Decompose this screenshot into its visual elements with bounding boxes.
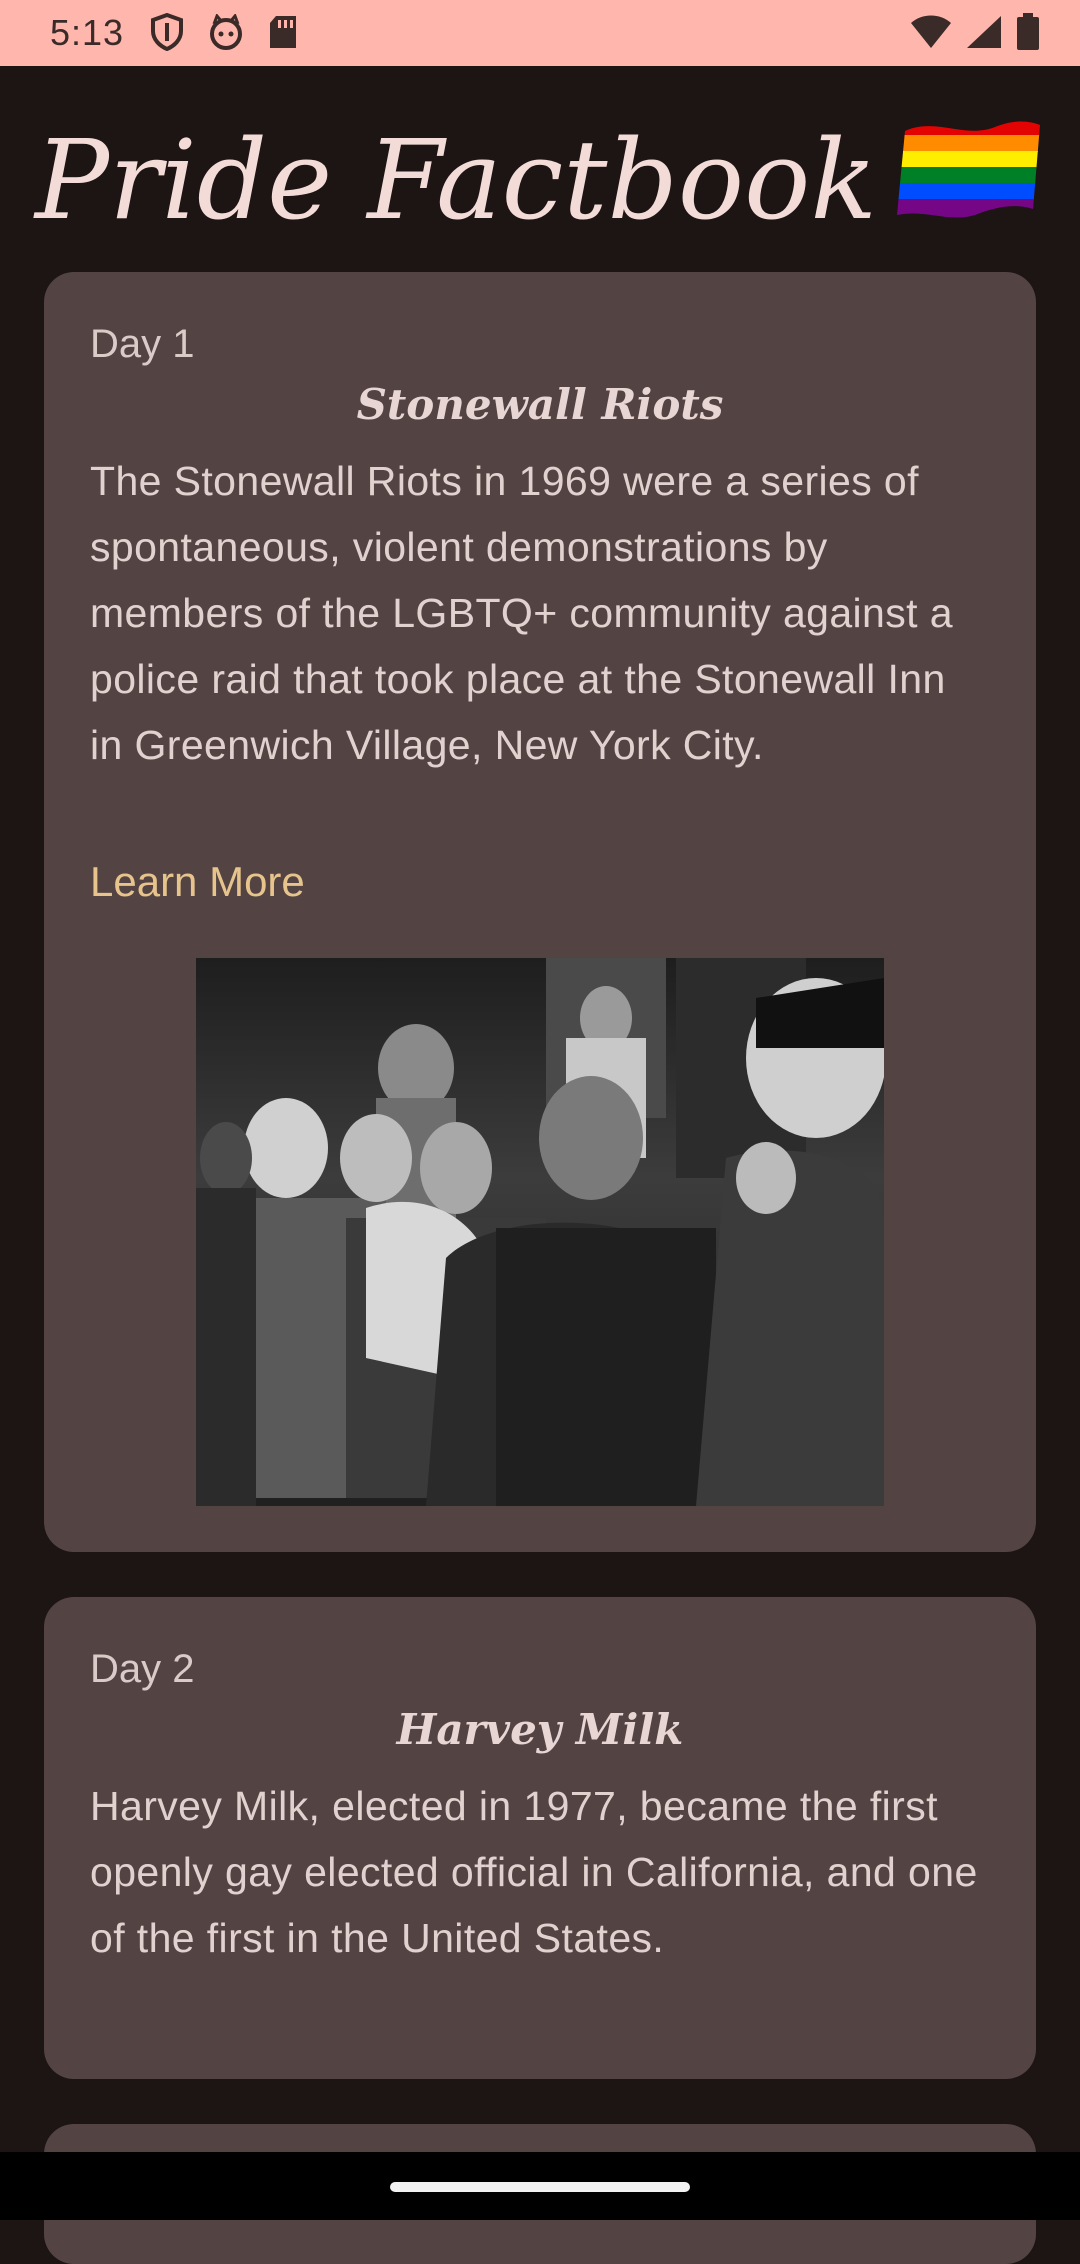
wifi-icon [910,15,952,54]
status-icons-left [150,12,298,56]
battery-icon [1016,12,1040,56]
status-bar: 5:13 [0,0,1080,66]
day-label: Day 2 [90,1647,195,1691]
status-icons-right [910,12,1040,56]
fact-title: Stonewall Riots [356,380,724,429]
cat-face-icon [208,12,244,55]
fact-body: Harvey Milk, elected in 1977, became the… [90,1783,978,1961]
signal-icon [966,15,1002,54]
home-gesture-handle[interactable] [390,2182,690,2192]
learn-more-link[interactable]: Learn More [90,858,305,906]
app-title-text: Pride Factbook [34,116,878,244]
shield-icon [150,12,184,56]
rainbow-flag-icon [895,117,1045,248]
fact-card-day-2: Day 2 Harvey Milk Harvey Milk, elected i… [44,1597,1036,2079]
navigation-bar [0,2152,1080,2220]
stonewall-riots-photo [196,958,884,1506]
fact-title: Harvey Milk [396,1705,684,1754]
status-time: 5:13 [50,12,125,53]
app-title: Pride Factbook [0,115,1080,248]
fact-body: The Stonewall Riots in 1969 were a serie… [90,458,953,768]
day-label: Day 1 [90,322,195,366]
fact-card-day-1: Day 1 Stonewall Riots The Stonewall Riot… [44,272,1036,1552]
sd-card-icon [268,14,298,55]
